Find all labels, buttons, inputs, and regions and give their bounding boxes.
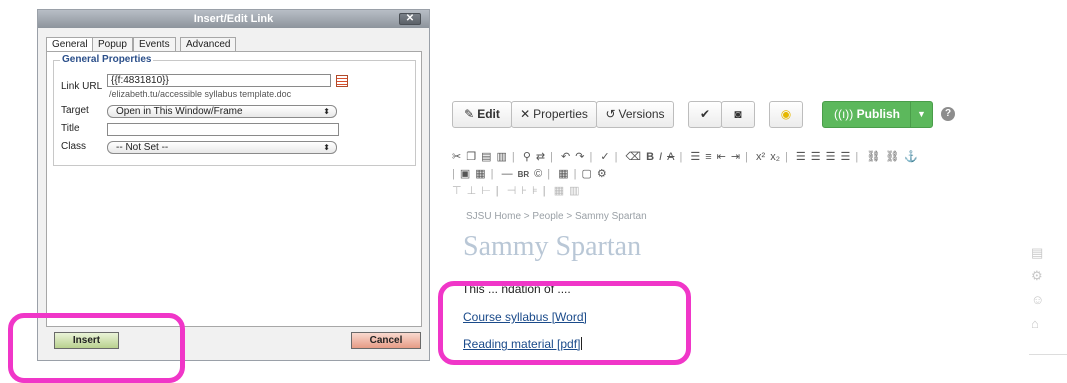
check-icon: ✔ [699, 107, 711, 121]
paste-word-icon[interactable]: ▥ [497, 150, 507, 163]
link-url-input[interactable]: {{f:4831810}} [107, 74, 331, 87]
redo-icon[interactable]: ↷ [575, 150, 584, 163]
unlink-icon[interactable]: ⛓ [885, 150, 899, 163]
check-button[interactable]: ✔ [688, 101, 722, 128]
format-toolbar-row-3: ⊤ ⊥ ⊢ | ⊣ ⊦ ⊧ | ▦ ▥ [452, 184, 580, 197]
format-toolbar-row-1: ✂ ❐ ▤ ▥ | ⚲ ⇄ | ↶ ↷ | ✓ | ⌫ B I A | ☰ ≡ ⇤ ⇥ | x² x₂ | ☰ ☰ ☰ ☰ |… [452, 150, 918, 163]
anchor-icon[interactable]: ⚓ [904, 150, 918, 163]
replace-icon[interactable]: ⇄ [536, 150, 545, 163]
line-break-icon[interactable]: BR [518, 168, 530, 180]
fieldset-legend: General Properties [60, 54, 154, 65]
numbered-list-icon[interactable]: ≡ [705, 151, 711, 163]
camera-icon: ◙ [734, 107, 742, 121]
table-col-before-icon[interactable]: ⊣ [507, 184, 517, 197]
table-row-delete-icon[interactable]: ⊢ [481, 184, 491, 197]
breadcrumb: SJSU Home > People > Sammy Spartan [466, 211, 647, 222]
page-title: Sammy Spartan [463, 231, 642, 262]
merge-cells-icon[interactable]: ▦ [554, 184, 564, 197]
strikethrough-icon[interactable]: A [667, 151, 674, 163]
media-icon[interactable]: ▦ [475, 167, 485, 180]
bold-icon[interactable]: B [646, 151, 654, 163]
subscript-icon[interactable]: x₂ [770, 151, 780, 163]
outdent-icon[interactable]: ⇤ [717, 150, 726, 163]
history-icon: ↺ [605, 107, 616, 121]
select-arrows-icon: ⬍ [323, 143, 330, 152]
format-toolbar-row-2: | ▣ ▦ | — BR © | ▦ | ▢ ⚙ [452, 167, 607, 180]
side-gear-icon: ⚙ [1031, 268, 1043, 283]
properties-button[interactable]: ✕ Properties [511, 101, 597, 128]
link-url-label: Link URL [61, 81, 103, 92]
divider [1029, 354, 1067, 355]
versions-button[interactable]: ↺ Versions [596, 101, 674, 128]
class-label: Class [61, 141, 87, 152]
tools-icon: ✕ [520, 107, 531, 121]
align-left-icon[interactable]: ☰ [796, 150, 806, 163]
horizontal-rule-icon[interactable]: — [502, 168, 513, 180]
target-label: Target [61, 105, 89, 116]
general-panel: General Properties Link URL {{f:4831810}… [46, 51, 422, 327]
italic-icon[interactable]: I [659, 151, 662, 163]
target-select[interactable]: Open in This Window/Frame ⬍ [107, 105, 337, 118]
title-label: Title [61, 123, 80, 134]
pencil-icon: ✎ [464, 107, 475, 121]
publish-button[interactable]: ((ı)) Publish ▼ [822, 101, 933, 128]
title-input[interactable] [107, 123, 339, 136]
indent-icon[interactable]: ⇥ [731, 150, 740, 163]
side-person-icon: ☺ [1031, 292, 1045, 307]
link-url-path: /elizabeth.tu/accessible syllabus templa… [109, 89, 292, 99]
eraser-icon[interactable]: ⌫ [626, 150, 642, 163]
align-center-icon[interactable]: ☰ [811, 150, 821, 163]
link-icon[interactable]: ⛓ [866, 150, 880, 163]
image-icon[interactable]: ▣ [460, 167, 470, 180]
bullet-list-icon[interactable]: ☰ [690, 150, 700, 163]
table-icon[interactable]: ▦ [558, 167, 568, 180]
cancel-button[interactable]: Cancel [351, 332, 421, 349]
insert-edit-link-dialog: Insert/Edit Link ✕ General Popup Events … [37, 9, 430, 361]
cut-icon[interactable]: ✂ [452, 150, 461, 163]
class-select[interactable]: -- Not Set -- ⬍ [107, 141, 337, 154]
class-select-value: -- Not Set -- [116, 142, 169, 153]
superscript-icon[interactable]: x² [756, 151, 765, 163]
copyright-icon[interactable]: © [534, 168, 542, 180]
tip-button[interactable]: ◉ [769, 101, 803, 128]
settings-icon[interactable]: ⚙ [597, 167, 607, 180]
general-properties-fieldset: General Properties Link URL {{f:4831810}… [53, 54, 416, 166]
table-col-delete-icon[interactable]: ⊧ [532, 184, 538, 197]
broadcast-icon: ((ı)) [833, 107, 854, 121]
spellcheck-icon[interactable]: ✓ [600, 150, 609, 163]
split-cells-icon[interactable]: ▥ [569, 184, 579, 197]
tab-events[interactable]: Events [133, 37, 176, 51]
links-highlight [438, 281, 691, 365]
table-row-before-icon[interactable]: ⊤ [452, 184, 462, 197]
tab-general[interactable]: General [46, 37, 94, 52]
browse-icon[interactable] [336, 75, 348, 87]
side-gift-icon: ⌂ [1031, 316, 1039, 331]
tab-popup[interactable]: Popup [92, 37, 133, 51]
help-icon[interactable]: ? [941, 107, 955, 121]
close-button[interactable]: ✕ [399, 13, 421, 25]
insert-highlight [8, 313, 185, 383]
table-row-after-icon[interactable]: ⊥ [467, 184, 477, 197]
side-badge-icon: ▤ [1031, 245, 1044, 260]
lightbulb-icon: ◉ [780, 107, 792, 121]
paste-icon[interactable]: ▤ [481, 150, 491, 163]
justify-icon[interactable]: ☰ [841, 150, 851, 163]
tab-advanced[interactable]: Advanced [180, 37, 237, 51]
table-col-after-icon[interactable]: ⊦ [521, 184, 527, 197]
dialog-title: Insert/Edit Link [38, 10, 429, 28]
template-icon[interactable]: ▢ [581, 167, 591, 180]
copy-icon[interactable]: ❐ [466, 150, 476, 163]
align-right-icon[interactable]: ☰ [826, 150, 836, 163]
select-arrows-icon: ⬍ [323, 107, 330, 116]
target-select-value: Open in This Window/Frame [116, 106, 243, 117]
chevron-down-icon[interactable]: ▼ [910, 102, 932, 127]
undo-icon[interactable]: ↶ [561, 150, 570, 163]
camera-button[interactable]: ◙ [721, 101, 755, 128]
find-icon[interactable]: ⚲ [523, 150, 531, 163]
edit-button[interactable]: ✎ Edit [452, 101, 512, 128]
